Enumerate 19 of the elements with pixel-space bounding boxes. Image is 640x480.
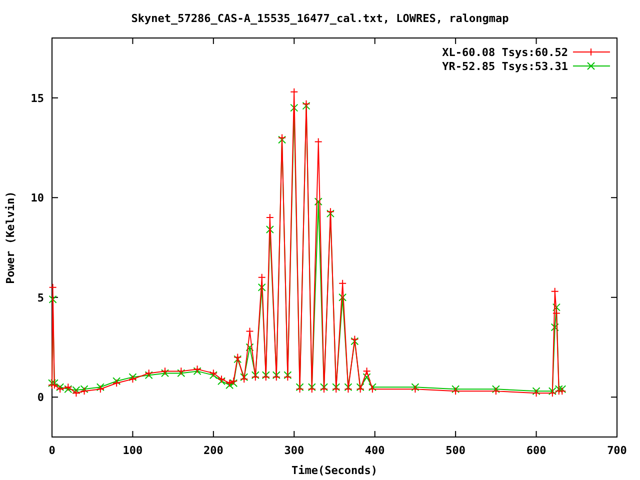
x-tick-label: 700 (607, 444, 627, 457)
chart-title: Skynet_57286_CAS-A_15535_16477_cal.txt, LOWRES, ralongmap (131, 12, 509, 25)
x-axis-label: Time(Seconds) (291, 464, 378, 477)
legend-label: XL-60.08 Tsys:60.52 (442, 46, 568, 59)
x-tick-label: 400 (364, 444, 385, 457)
x-tick-label: 600 (526, 444, 546, 457)
legend-line-icon (572, 48, 610, 56)
y-tick-label: 15 (30, 92, 44, 105)
y-tick-label: 0 (37, 391, 44, 404)
y-tick-label: 10 (30, 192, 44, 205)
x-tick-label: 0 (48, 444, 56, 457)
legend-label: YR-52.85 Tsys:53.31 (442, 60, 568, 73)
y-axis-label: Power (Kelvin) (4, 191, 17, 284)
x-tick-label: 500 (446, 444, 466, 457)
legend-line-icon (572, 62, 610, 70)
x-tick-label: 200 (204, 444, 224, 457)
x-tick-label: 100 (122, 444, 143, 457)
x-tick-label: 300 (284, 444, 304, 457)
y-tick-label: 5 (37, 291, 44, 304)
